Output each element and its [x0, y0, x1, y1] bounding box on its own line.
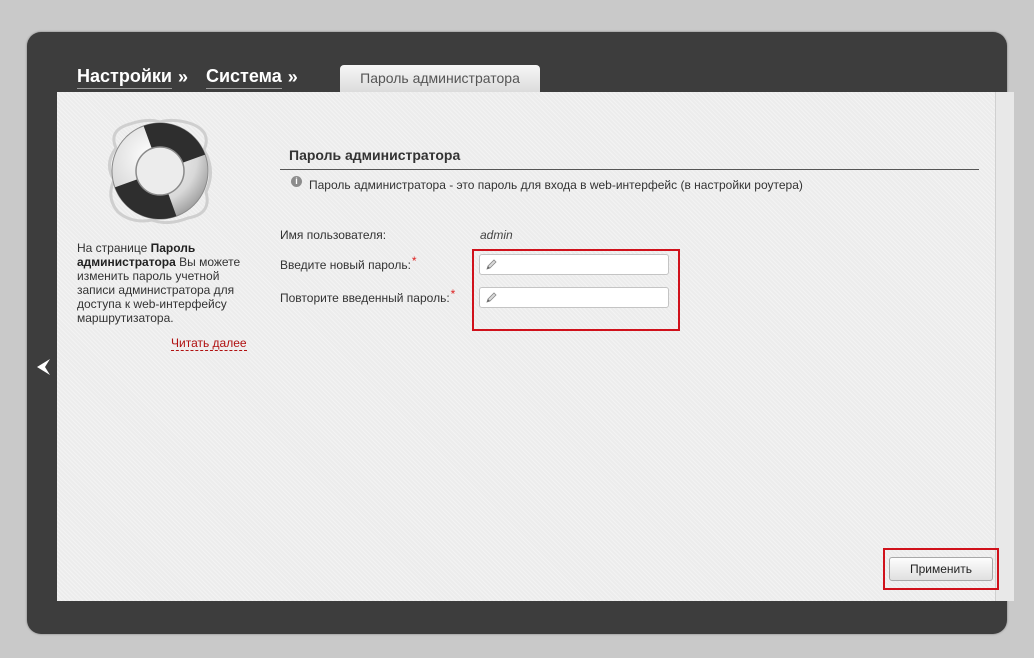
- confirm-password-label: Повторите введенный пароль:*: [280, 287, 455, 305]
- pencil-icon: [486, 292, 497, 303]
- breadcrumb-separator: »: [177, 66, 188, 87]
- required-mark: *: [450, 287, 456, 301]
- new-password-field[interactable]: [479, 254, 669, 275]
- apply-button[interactable]: Применить: [889, 557, 993, 581]
- pencil-icon: [486, 259, 497, 270]
- new-password-label: Введите новый пароль:*: [280, 254, 417, 272]
- breadcrumb-separator: »: [287, 66, 298, 87]
- section-divider: [280, 169, 979, 170]
- new-password-input[interactable]: [500, 256, 668, 275]
- username-label: Имя пользователя:: [280, 228, 387, 242]
- required-mark: *: [411, 254, 417, 268]
- breadcrumb-system[interactable]: Система: [205, 66, 282, 89]
- help-prefix: На странице: [77, 241, 151, 255]
- confirm-password-field[interactable]: [479, 287, 669, 308]
- confirm-password-label-text: Повторите введенный пароль:: [280, 291, 450, 305]
- breadcrumb: Настройки » Система »: [77, 64, 316, 90]
- info-text: Пароль администратора - это пароль для в…: [309, 178, 803, 192]
- lifebuoy-icon: [108, 118, 212, 224]
- new-password-label-text: Введите новый пароль:: [280, 258, 411, 272]
- back-arrow-icon[interactable]: [34, 356, 52, 378]
- breadcrumb-settings[interactable]: Настройки: [77, 66, 172, 89]
- tab-admin-password[interactable]: Пароль администратора: [340, 65, 540, 92]
- section-title: Пароль администратора: [289, 147, 461, 163]
- username-value: admin: [480, 228, 513, 242]
- help-text: На странице Пароль администратора Вы мож…: [77, 241, 252, 325]
- info-icon: i: [291, 176, 302, 187]
- confirm-password-input[interactable]: [500, 289, 668, 308]
- scrollbar[interactable]: [995, 92, 1014, 601]
- read-more-link[interactable]: Читать далее: [171, 336, 247, 351]
